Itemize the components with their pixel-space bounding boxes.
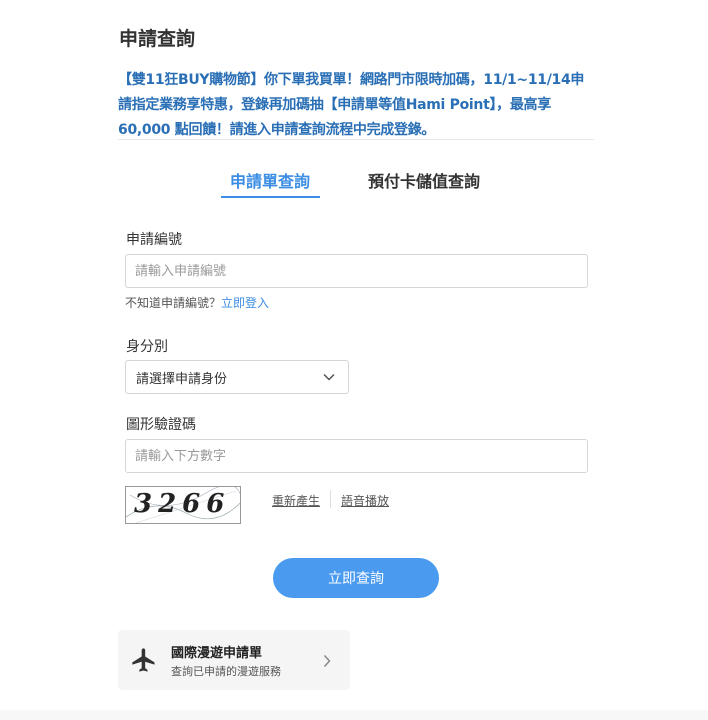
tab-application-query[interactable]: 申請單查詢 [230,168,310,192]
link-separator [330,490,331,508]
identity-label: 身分別 [126,339,168,355]
identity-select-value: 請選擇申請身份 [136,371,228,387]
login-hint-text: 不知道申請編號？ [125,296,222,310]
airplane-icon [130,646,158,674]
captcha-label: 圖形驗證碼 [126,417,196,433]
footer-strip [0,710,708,720]
audio-captcha-link[interactable]: 語音播放 [341,492,389,509]
login-link[interactable]: 立即登入 [221,296,269,310]
application-query-page: 申請查詢 【雙11狂BUY購物節】你下單我買單！網路門市限時加碼，11/1~11… [0,0,708,720]
captcha-image: 3266 [125,486,241,524]
captcha-input[interactable] [125,439,588,473]
roaming-application-card[interactable]: 國際漫遊申請單 查詢已申請的漫遊服務 [118,630,350,690]
roaming-card-title: 國際漫遊申請單 [171,646,263,661]
application-no-input[interactable] [125,254,588,288]
divider [118,139,594,140]
captcha-text: 3266 [134,489,231,519]
tab-prepaid-topup-query[interactable]: 預付卡儲值查詢 [368,168,480,192]
page-title: 申請查詢 [119,28,196,50]
login-hint: 不知道申請編號？立即登入 [125,294,269,311]
active-tab-indicator [221,196,320,198]
chevron-down-icon [322,370,336,384]
identity-select[interactable]: 請選擇申請身份 [125,360,349,394]
promo-banner: 【雙11狂BUY購物節】你下單我買單！網路門市限時加碼，11/1~11/14申請… [118,72,585,138]
roaming-card-subtitle: 查詢已申請的漫遊服務 [171,665,281,678]
application-no-label: 申請編號 [126,232,182,248]
regenerate-captcha-link[interactable]: 重新產生 [272,492,320,509]
submit-query-button[interactable]: 立即查詢 [273,558,439,598]
chevron-right-icon [323,653,335,668]
